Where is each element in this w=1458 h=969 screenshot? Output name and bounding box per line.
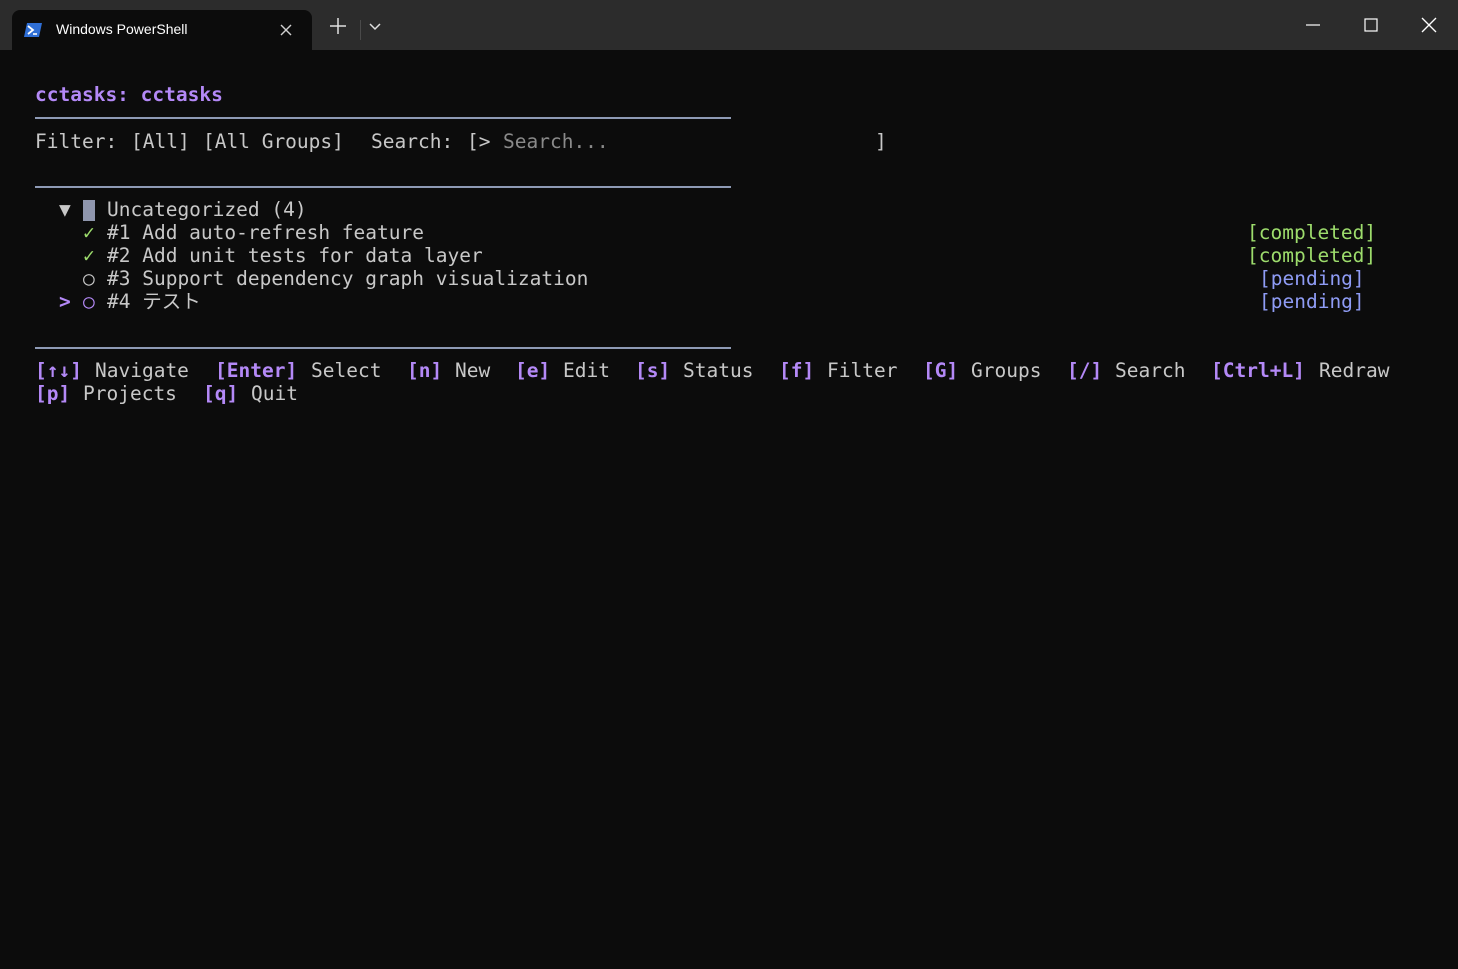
help-key: [q] [203,382,239,405]
help-key: [↑↓] [35,359,82,382]
task-status: [pending] [1259,290,1365,313]
tab-title: Windows PowerShell [56,21,188,37]
help-key: [e] [515,359,551,382]
search-label: Search: [371,130,454,153]
divider-bottom [35,347,731,349]
task-status: [pending] [1259,267,1365,290]
task-title: #2 Add unit tests for data layer [107,244,483,267]
divider-top [35,117,731,119]
help-label: Search [1115,359,1186,382]
tab-windows-powershell[interactable]: Windows PowerShell [12,10,312,50]
close-window-icon[interactable] [1400,0,1458,50]
task-title: #4 テスト [107,290,201,313]
help-key: [G] [923,359,959,382]
pending-circle-icon: ○ [83,290,95,313]
help-key: [s] [635,359,671,382]
powershell-icon [24,22,42,38]
completed-check-icon: ✓ [83,221,95,244]
help-label: Quit [251,382,298,405]
search-bracket-close: ] [875,130,887,153]
task-status: [completed] [1247,244,1377,267]
tab-separator [360,20,361,40]
search-prompt: [> [467,130,491,153]
app-header: cctasks: cctasks [35,83,223,106]
filter-label: Filter: [35,130,118,153]
filter-group[interactable]: [All Groups] [203,130,344,153]
search-input[interactable]: Search... [503,130,609,153]
powershell-window: Windows PowerShell cctasks: cctasks Filt… [0,0,1458,969]
help-label: Navigate [95,359,189,382]
task-status: [completed] [1247,221,1377,244]
pending-circle-icon: ○ [83,267,95,290]
close-icon[interactable] [276,20,296,40]
help-label: Projects [83,382,177,405]
help-label: Redraw [1319,359,1390,382]
title-bar[interactable]: Windows PowerShell [0,0,1458,50]
filter-status[interactable]: [All] [131,130,190,153]
minimize-icon[interactable] [1284,0,1342,50]
group-expander-icon[interactable]: ▼ [59,198,71,221]
help-key: [f] [779,359,815,382]
help-key: [n] [407,359,443,382]
terminal-area[interactable]: cctasks: cctasks Filter: [All] [All Grou… [0,50,1458,969]
completed-check-icon: ✓ [83,244,95,267]
chevron-down-icon[interactable] [364,14,386,38]
help-label: Select [311,359,382,382]
help-key: [/] [1067,359,1103,382]
group-marker [83,200,95,221]
divider-middle [35,186,731,188]
help-label: New [455,359,491,382]
plus-icon[interactable] [326,14,350,38]
group-label[interactable]: Uncategorized (4) [107,198,307,221]
help-key: [Enter] [215,359,298,382]
help-label: Status [683,359,754,382]
help-label: Edit [563,359,610,382]
maximize-icon[interactable] [1342,0,1400,50]
help-label: Groups [971,359,1042,382]
help-label: Filter [827,359,898,382]
task-title: #3 Support dependency graph visualizatio… [107,267,589,290]
task-title: #1 Add auto-refresh feature [107,221,424,244]
help-key: [p] [35,382,71,405]
help-key: [Ctrl+L] [1211,359,1305,382]
selection-cursor: > [59,290,71,313]
